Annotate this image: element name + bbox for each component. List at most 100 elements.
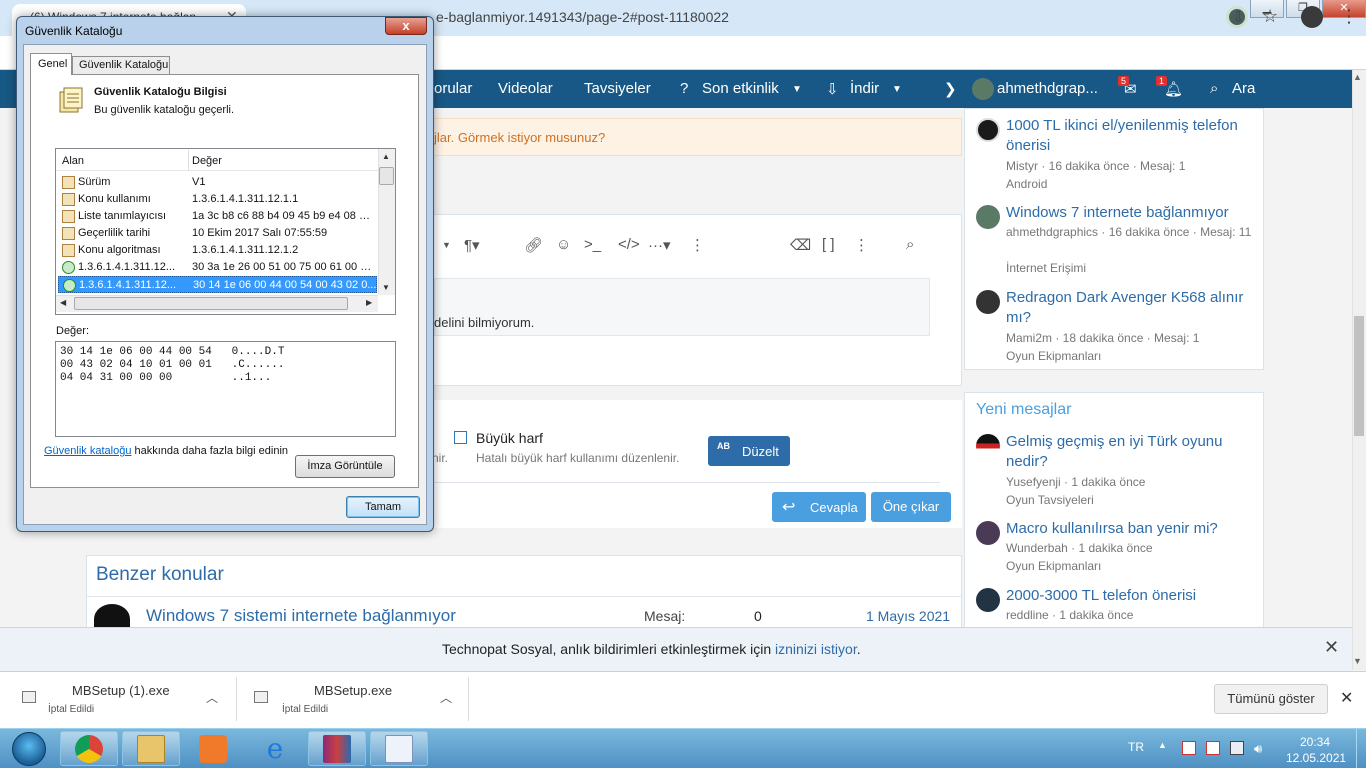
more-options-icon[interactable]: ···▾ <box>648 236 671 254</box>
avatar[interactable] <box>976 588 1000 612</box>
scroll-down-icon[interactable]: ▼ <box>382 283 390 292</box>
preview-icon[interactable]: ⌕ <box>906 236 914 253</box>
reply-button[interactable]: ↩ Cevapla <box>772 492 866 522</box>
scroll-up-icon[interactable]: ▲ <box>1353 72 1362 82</box>
show-hidden-icons[interactable]: ▲ <box>1158 740 1167 750</box>
nav-item-recent-activity[interactable]: Son etkinlik <box>702 80 779 97</box>
search-icon[interactable]: ⌕ <box>1210 80 1218 97</box>
chevron-up-icon[interactable]: ︿ <box>440 689 452 706</box>
thread-forum[interactable]: Oyun Tavsiyeleri <box>1006 491 1094 509</box>
taskbar-media-player[interactable] <box>184 731 242 766</box>
tab-general[interactable]: Genel <box>30 53 72 75</box>
table-row[interactable]: 1.3.6.1.4.1.311.12... 30 3a 1e 26 00 51 0… <box>58 259 377 276</box>
nav-item-videos[interactable]: Videolar <box>498 80 553 97</box>
table-row[interactable]: Sürüm V1 <box>58 174 377 191</box>
network-icon[interactable] <box>1230 741 1244 755</box>
list-vertical-thumb[interactable] <box>379 167 394 185</box>
account-icon[interactable] <box>1301 6 1323 28</box>
emoji-icon[interactable]: ☺ <box>556 236 571 253</box>
taskbar-winrar[interactable] <box>308 731 366 766</box>
link-icon[interactable]: 🔗︎ <box>524 236 543 254</box>
thread-link[interactable]: Redragon Dark Avenger K568 alınır mı? <box>1006 288 1254 328</box>
clock-time[interactable]: 20:34 <box>1300 735 1330 749</box>
scroll-left-icon[interactable]: ◀ <box>60 298 66 307</box>
user-avatar[interactable] <box>972 78 994 100</box>
chevron-down-icon[interactable]: ▼ <box>792 84 802 95</box>
paragraph-icon[interactable]: ¶▾ <box>464 236 480 254</box>
dialog-close-button[interactable]: x <box>385 17 427 35</box>
table-row-selected[interactable]: 1.3.6.1.4.1.311.12... 30 14 1e 06 00 44 0… <box>58 276 377 293</box>
taskbar-internet-explorer[interactable]: e <box>246 731 304 766</box>
column-header-field[interactable]: Alan <box>62 155 84 167</box>
table-row[interactable]: Liste tanımlayıcısı 1a 3c b8 c6 88 b4 09 … <box>58 208 377 225</box>
fix-button[interactable]: AB Düzelt <box>708 436 790 466</box>
thread-forum[interactable]: Oyun Ekipmanları <box>1006 557 1101 575</box>
flag-icon[interactable] <box>1182 741 1196 755</box>
feature-button[interactable]: Öne çıkar <box>871 492 951 522</box>
nav-item-recommendations[interactable]: Tavsiyeler <box>584 80 651 97</box>
column-header-value[interactable]: Değer <box>192 155 222 167</box>
thread-forum[interactable]: İnternet Erişimi <box>1006 259 1086 277</box>
page-scrollbar-thumb[interactable] <box>1354 316 1364 436</box>
caps-checkbox[interactable] <box>454 431 467 444</box>
bookmark-star-icon[interactable]: ☆ <box>1262 6 1278 27</box>
eraser-icon[interactable]: ⌫ <box>790 236 811 254</box>
thread-forum[interactable]: Android <box>1006 175 1047 193</box>
volume-icon[interactable]: 🔊︎ <box>1254 741 1268 756</box>
clock-date[interactable]: 12.05.2021 <box>1286 751 1346 765</box>
avatar[interactable] <box>976 434 1000 458</box>
nav-search[interactable]: Ara <box>1232 80 1255 97</box>
download-item[interactable]: MBSetup.exe İptal Edildi ︿ <box>254 679 462 721</box>
input-language[interactable]: TR <box>1128 740 1144 754</box>
code-inline-icon[interactable]: >_ <box>584 236 601 253</box>
avatar[interactable] <box>976 205 1000 229</box>
taskbar-chrome[interactable] <box>60 731 118 766</box>
close-icon[interactable]: ✕ <box>1324 637 1339 658</box>
list-horizontal-thumb[interactable] <box>74 297 348 310</box>
tab-security-catalog[interactable]: Güvenlik Kataloğu <box>72 56 170 74</box>
thread-link[interactable]: Gelmiş geçmiş en iyi Türk oyunu nedir? <box>1006 432 1254 472</box>
download-item[interactable]: MBSetup (1).exe İptal Edildi ︿ <box>22 679 230 721</box>
thread-link[interactable]: Windows 7 internete bağlanmıyor <box>1006 203 1254 223</box>
notification-permission-link[interactable]: izninizi istiyor <box>775 641 857 657</box>
notice-text[interactable]: jlar. Görmek istiyor musunuz? <box>434 130 605 145</box>
scroll-right-icon[interactable]: ▶ <box>366 298 372 307</box>
nav-item-forums[interactable]: orular <box>434 80 472 97</box>
close-icon[interactable]: ✕ <box>1340 688 1353 708</box>
table-row[interactable]: Konu kullanımı 1.3.6.1.4.1.311.12.1.1 <box>58 191 377 208</box>
scroll-up-icon[interactable]: ▲ <box>382 152 390 161</box>
chevron-down-icon[interactable]: ▼ <box>892 84 902 95</box>
vertical-dots-icon[interactable]: ⋮ <box>690 236 705 254</box>
vertical-dots-icon[interactable]: ⋮ <box>854 236 869 254</box>
avatar[interactable] <box>976 290 1000 314</box>
chevron-down-icon[interactable]: ▼ <box>442 240 451 250</box>
view-signature-button[interactable]: İmza Görüntüle <box>295 455 395 478</box>
code-block-icon[interactable]: </> <box>618 236 640 253</box>
taskbar-notepad[interactable] <box>370 731 428 766</box>
ok-button[interactable]: Tamam <box>346 496 420 518</box>
similar-thread-link[interactable]: Windows 7 sistemi internete bağlanmıyor <box>146 606 456 626</box>
kebab-menu-icon[interactable]: ⋮ <box>1340 6 1358 27</box>
show-all-downloads-button[interactable]: Tümünü göster <box>1214 684 1328 714</box>
show-desktop-button[interactable] <box>1356 729 1366 768</box>
start-button[interactable] <box>4 730 54 766</box>
install-app-icon[interactable]: ⇩ <box>1232 8 1245 26</box>
user-name[interactable]: ahmethdgrap... <box>997 80 1098 97</box>
thread-forum[interactable]: Oyun Ekipmanları <box>1006 347 1101 365</box>
nav-item-download[interactable]: İndir <box>850 80 879 97</box>
avatar[interactable] <box>976 118 1000 142</box>
thread-link[interactable]: 2000-3000 TL telefon önerisi <box>1006 586 1254 606</box>
avatar[interactable] <box>976 521 1000 545</box>
sidebar-title[interactable]: Yeni mesajlar <box>976 401 1071 419</box>
table-row[interactable]: Geçerlilik tarihi 10 Ekim 2017 Salı 07:55… <box>58 225 377 242</box>
thread-link[interactable]: 1000 TL ikinci el/yenilenmiş telefon öne… <box>1006 116 1254 156</box>
value-textarea[interactable]: 30 14 1e 06 00 44 00 54 0....D.T 00 43 0… <box>55 341 396 437</box>
nav-next-icon[interactable]: ❯ <box>944 80 957 98</box>
chevron-up-icon[interactable]: ︿ <box>206 689 218 706</box>
catalog-info-link[interactable]: Güvenlik kataloğu <box>44 445 131 457</box>
thread-link[interactable]: Macro kullanılırsa ban yenir mi? <box>1006 519 1254 539</box>
bbcode-icon[interactable]: [ ] <box>822 236 835 253</box>
table-row[interactable]: Konu algoritması 1.3.6.1.4.1.311.12.1.2 <box>58 242 377 259</box>
taskbar-explorer[interactable] <box>122 731 180 766</box>
action-center-icon[interactable] <box>1206 741 1220 755</box>
